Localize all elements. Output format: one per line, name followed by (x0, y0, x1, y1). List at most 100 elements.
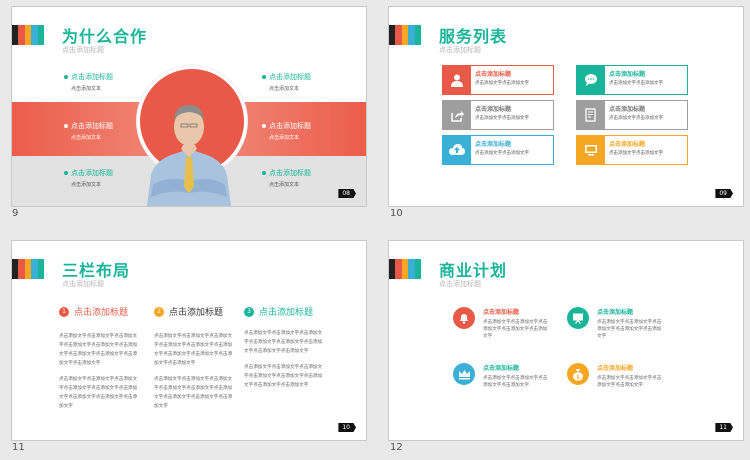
service-item: 点击添加标题点击添加文字点击添加文字 (576, 100, 688, 130)
crown-icon (453, 363, 475, 385)
bullet-dot (262, 124, 266, 128)
color-bars (12, 259, 45, 279)
plan-text: 点击添加文字点击添加文字点击添加文字点击添加文字点击添加文字 (597, 320, 662, 339)
document-icon (577, 101, 605, 129)
service-heading: 点击添加标题 (475, 141, 512, 148)
share-icon (443, 101, 471, 129)
monitor-icon (577, 136, 605, 164)
businessman-photo (147, 105, 231, 206)
bullet-dot (64, 75, 68, 79)
reason-heading: 点击添加标题 (269, 73, 311, 81)
service-text: 点击添加文字点击添加文字 (609, 81, 663, 86)
slide-thumbnail-11[interactable]: 三栏布局 点击添加标题 1 点击添加标题 点击添加文字点击添加文字点击添加文字点击… (11, 240, 367, 441)
column-text: 点击添加文字点击添加文字点击添加文字点击添加文字点击添加文字点击添加文字点击添加… (154, 334, 233, 366)
column-heading: 点击添加标题 (259, 308, 314, 318)
plan-item: 点击添加标题点击添加文字点击添加文字点击添加文字点击添加文字点击添加文字 (567, 307, 663, 340)
slide-number: 11 (12, 442, 25, 453)
column-number-badge: 3 (244, 306, 254, 317)
plan-text: 点击添加文字点击添加文字点击添加文字点击添加文字点击添加文字 (483, 320, 548, 339)
chat-icon (577, 66, 605, 94)
plan-text: 点击添加文字点击添加文字点击添加文字点击添加文字 (597, 376, 662, 388)
slide-title: 服务列表 (439, 27, 508, 46)
reason-text: 点击添加文本 (269, 86, 300, 92)
reason-item: 点击添加标题 点击添加文本 (262, 121, 311, 141)
service-heading: 点击添加标题 (609, 71, 646, 78)
column-heading: 点击添加标题 (169, 308, 224, 318)
service-heading: 点击添加标题 (475, 71, 512, 78)
service-heading: 点击添加标题 (609, 141, 646, 148)
column-number-badge: 1 (59, 306, 69, 317)
reason-heading: 点击添加标题 (71, 73, 113, 81)
reason-text: 点击添加文本 (71, 86, 102, 92)
reason-heading: 点击添加标题 (269, 169, 311, 177)
service-heading: 点击添加标题 (475, 106, 512, 113)
slide-thumbnail-12[interactable]: 商业计划 点击添加标题 点击添加标题点击添加文字点击添加文字点击添加文字点击添加… (388, 240, 744, 441)
slide-number: 10 (390, 208, 403, 219)
column-number-badge: 2 (154, 306, 164, 317)
column: 2 点击添加标题 点击添加文字点击添加文字点击添加文字点击添加文字点击添加文字点击… (154, 305, 234, 411)
service-item: 点击添加标题点击添加文字点击添加文字 (576, 65, 688, 95)
reason-heading: 点击添加标题 (71, 169, 113, 177)
service-text: 点击添加文字点击添加文字 (475, 151, 529, 156)
page-tag: 09 (715, 189, 733, 198)
reason-text: 点击添加文本 (269, 135, 300, 141)
plan-item: $ 点击添加标题点击添加文字点击添加文字点击添加文字点击添加文字 (567, 363, 663, 389)
plan-heading: 点击添加标题 (483, 309, 520, 316)
slide-subtitle: 点击添加标题 (62, 280, 104, 288)
service-heading: 点击添加标题 (609, 106, 646, 113)
color-bars (389, 25, 422, 45)
service-text: 点击添加文字点击添加文字 (475, 81, 529, 86)
svg-text:$: $ (576, 374, 580, 381)
service-item: 点击添加标题 点击添加文字点击添加文字 (442, 100, 554, 130)
plan-heading: 点击添加标题 (597, 309, 634, 316)
plan-heading: 点击添加标题 (483, 365, 520, 372)
slide-subtitle: 点击添加标题 (62, 46, 104, 54)
column-text: 点击添加文字点击添加文字点击添加文字点击添加文字点击添加文字点击添加文字点击添加… (59, 377, 138, 409)
slide-title: 为什么合作 (62, 27, 148, 46)
reason-heading: 点击添加标题 (71, 122, 113, 130)
slide-subtitle: 点击添加标题 (439, 46, 481, 54)
reason-item: 点击添加标题 点击添加文本 (262, 168, 311, 188)
service-text: 点击添加文字点击添加文字 (609, 116, 663, 121)
color-bars (389, 259, 422, 279)
column-text: 点击添加文字点击添加文字点击添加文字点击添加文字点击添加文字点击添加文字点击添加… (244, 331, 323, 354)
plan-heading: 点击添加标题 (597, 365, 634, 372)
presentation-board-icon (567, 307, 589, 329)
reason-item: 点击添加标题 点击添加文本 (64, 168, 113, 188)
column-text: 点击添加文字点击添加文字点击添加文字点击添加文字点击添加文字点击添加文字点击添加… (244, 365, 323, 388)
column-text: 点击添加文字点击添加文字点击添加文字点击添加文字点击添加文字点击添加文字点击添加… (154, 377, 233, 409)
plan-text: 点击添加文字点击添加文字点击添加文字点击添加文字 (483, 376, 548, 388)
column-heading: 点击添加标题 (74, 308, 129, 318)
slide-thumbnail-9[interactable]: 为什么合作 点击添加标题 点击添加标题 点击添加文本 点击添加标题 点击添加文本… (11, 6, 367, 207)
reason-heading: 点击添加标题 (269, 122, 311, 130)
reason-text: 点击添加文本 (269, 182, 300, 188)
plan-item: 点击添加标题点击添加文字点击添加文字点击添加文字点击添加文字 (453, 363, 549, 389)
reason-text: 点击添加文本 (71, 182, 102, 188)
person-icon (443, 66, 471, 94)
column: 1 点击添加标题 点击添加文字点击添加文字点击添加文字点击添加文字点击添加文字点击… (59, 305, 139, 411)
reason-item: 点击添加标题 点击添加文本 (64, 72, 113, 92)
plan-item: 点击添加标题点击添加文字点击添加文字点击添加文字点击添加文字点击添加文字 (453, 307, 549, 340)
slide-thumbnail-10[interactable]: 服务列表 点击添加标题 点击添加标题 点击添加文字点击添加文字 点击添加标题 点击添… (388, 6, 744, 207)
slide-number: 9 (12, 208, 19, 219)
bullet-dot (262, 75, 266, 79)
slide-title: 商业计划 (439, 261, 508, 280)
service-item: 点击添加标题点击添加文字点击添加文字 (442, 65, 554, 95)
bullet-dot (262, 171, 266, 175)
page-tag: 10 (338, 423, 356, 432)
page-tag: 11 (715, 423, 733, 432)
cloud-upload-icon (443, 136, 471, 164)
color-bars (12, 25, 45, 45)
reason-item: 点击添加标题 点击添加文本 (262, 72, 311, 92)
money-bag-icon: $ (567, 363, 589, 385)
service-item: 点击添加标题点击添加文字点击添加文字 (576, 135, 688, 165)
bell-icon (453, 307, 475, 329)
service-item: 点击添加标题点击添加文字点击添加文字 (442, 135, 554, 165)
column: 3 点击添加标题 点击添加文字点击添加文字点击添加文字点击添加文字点击添加文字点击… (244, 305, 324, 390)
reason-text: 点击添加文本 (71, 135, 102, 141)
slide-number: 12 (390, 442, 403, 453)
bullet-dot (64, 171, 68, 175)
service-text: 点击添加文字点击添加文字 (609, 151, 663, 156)
page-tag: 08 (338, 189, 356, 198)
slide-title: 三栏布局 (62, 261, 131, 280)
